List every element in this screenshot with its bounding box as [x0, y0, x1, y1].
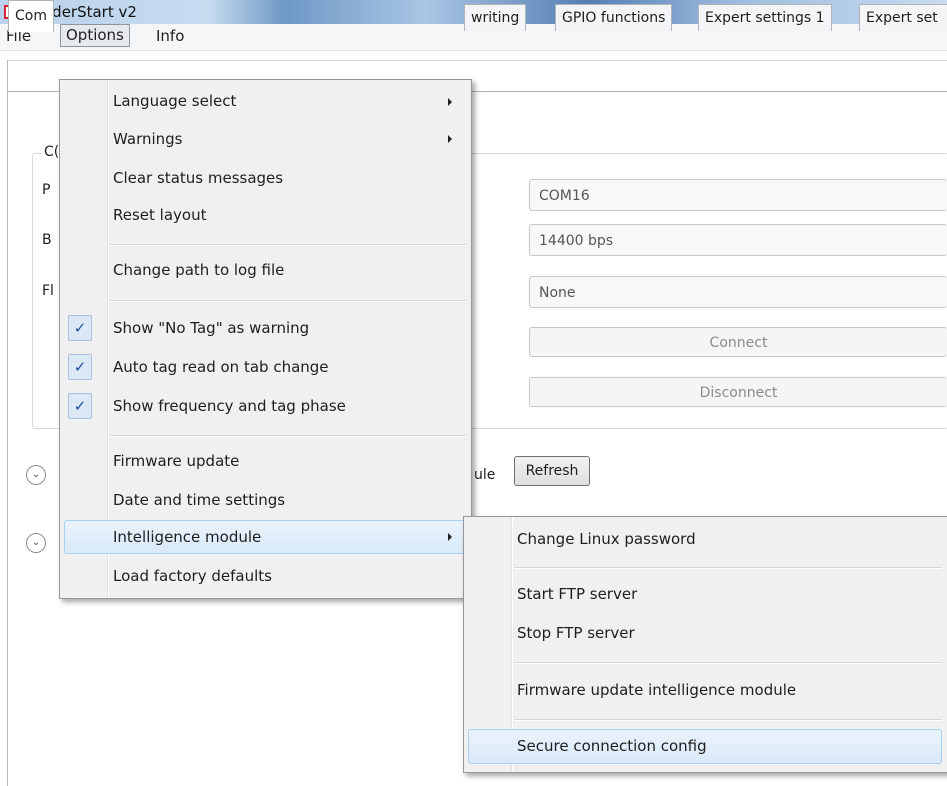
menu-item-change-log-path[interactable]: Change path to log file — [113, 253, 284, 287]
menu-item-clear-status[interactable]: Clear status messages — [113, 161, 283, 195]
connect-button[interactable]: Connect — [529, 327, 947, 357]
checkmark-icon: ✓ — [68, 354, 92, 380]
menu-info[interactable]: Info — [151, 25, 189, 47]
menu-item-show-frequency[interactable]: Show frequency and tag phase — [113, 389, 346, 423]
menu-item-auto-tag-read[interactable]: Auto tag read on tab change — [113, 350, 329, 384]
menu-item-firmware-update-module[interactable]: Firmware update intelligence module — [517, 673, 796, 707]
menu-item-date-time[interactable]: Date and time settings — [113, 483, 285, 517]
menu-item-stop-ftp[interactable]: Stop FTP server — [517, 616, 635, 650]
menu-separator — [514, 662, 942, 664]
menu-separator — [514, 719, 942, 721]
intelligence-submenu: Change Linux password Start FTP server S… — [463, 516, 947, 773]
baud-label: B — [42, 232, 52, 248]
chevron-down-icon[interactable]: ⌄ — [26, 465, 46, 485]
refresh-button[interactable]: Refresh — [514, 456, 590, 486]
menu-item-intelligence-module[interactable]: Intelligence module — [113, 520, 261, 554]
disconnect-button[interactable]: Disconnect — [529, 377, 947, 407]
flow-label: Fl — [42, 283, 54, 299]
menu-item-warnings[interactable]: Warnings — [113, 122, 183, 156]
tab-writing[interactable]: writing — [464, 4, 527, 31]
checkmark-icon: ✓ — [68, 393, 92, 419]
tab-expert-settings-2[interactable]: Expert set — [859, 4, 947, 31]
tab-expert-settings-1[interactable]: Expert settings 1 — [698, 4, 832, 31]
module-label: ule — [474, 467, 496, 483]
menu-separator — [514, 567, 942, 569]
menu-separator — [110, 435, 466, 437]
triangle-right-icon — [448, 533, 452, 541]
menu-item-reset-layout[interactable]: Reset layout — [113, 198, 206, 232]
menu-item-firmware-update[interactable]: Firmware update — [113, 444, 239, 478]
menu-options[interactable]: Options — [60, 24, 130, 47]
port-label: P — [42, 182, 51, 198]
flow-control-field[interactable]: None — [529, 276, 947, 308]
checkmark-icon: ✓ — [68, 315, 92, 341]
port-field[interactable]: COM16 — [529, 179, 947, 211]
menu-item-start-ftp[interactable]: Start FTP server — [517, 577, 637, 611]
menu-item-secure-connection[interactable]: Secure connection config — [517, 729, 707, 763]
options-menu: Language select Warnings Clear status me… — [59, 79, 472, 599]
menu-item-show-no-tag[interactable]: Show "No Tag" as warning — [113, 311, 309, 345]
menu-item-change-linux-password[interactable]: Change Linux password — [517, 522, 696, 556]
menu-item-language-select[interactable]: Language select — [113, 84, 236, 118]
triangle-right-icon — [448, 135, 452, 143]
triangle-right-icon — [448, 98, 452, 106]
baud-rate-field[interactable]: 14400 bps — [529, 224, 947, 256]
chevron-down-icon[interactable]: ⌄ — [26, 533, 46, 553]
menu-separator — [110, 300, 466, 302]
menu-item-load-defaults[interactable]: Load factory defaults — [113, 559, 272, 593]
tab-gpio-functions[interactable]: GPIO functions — [555, 4, 673, 31]
tab-communication[interactable]: Com — [8, 0, 54, 32]
menu-separator — [110, 244, 466, 246]
